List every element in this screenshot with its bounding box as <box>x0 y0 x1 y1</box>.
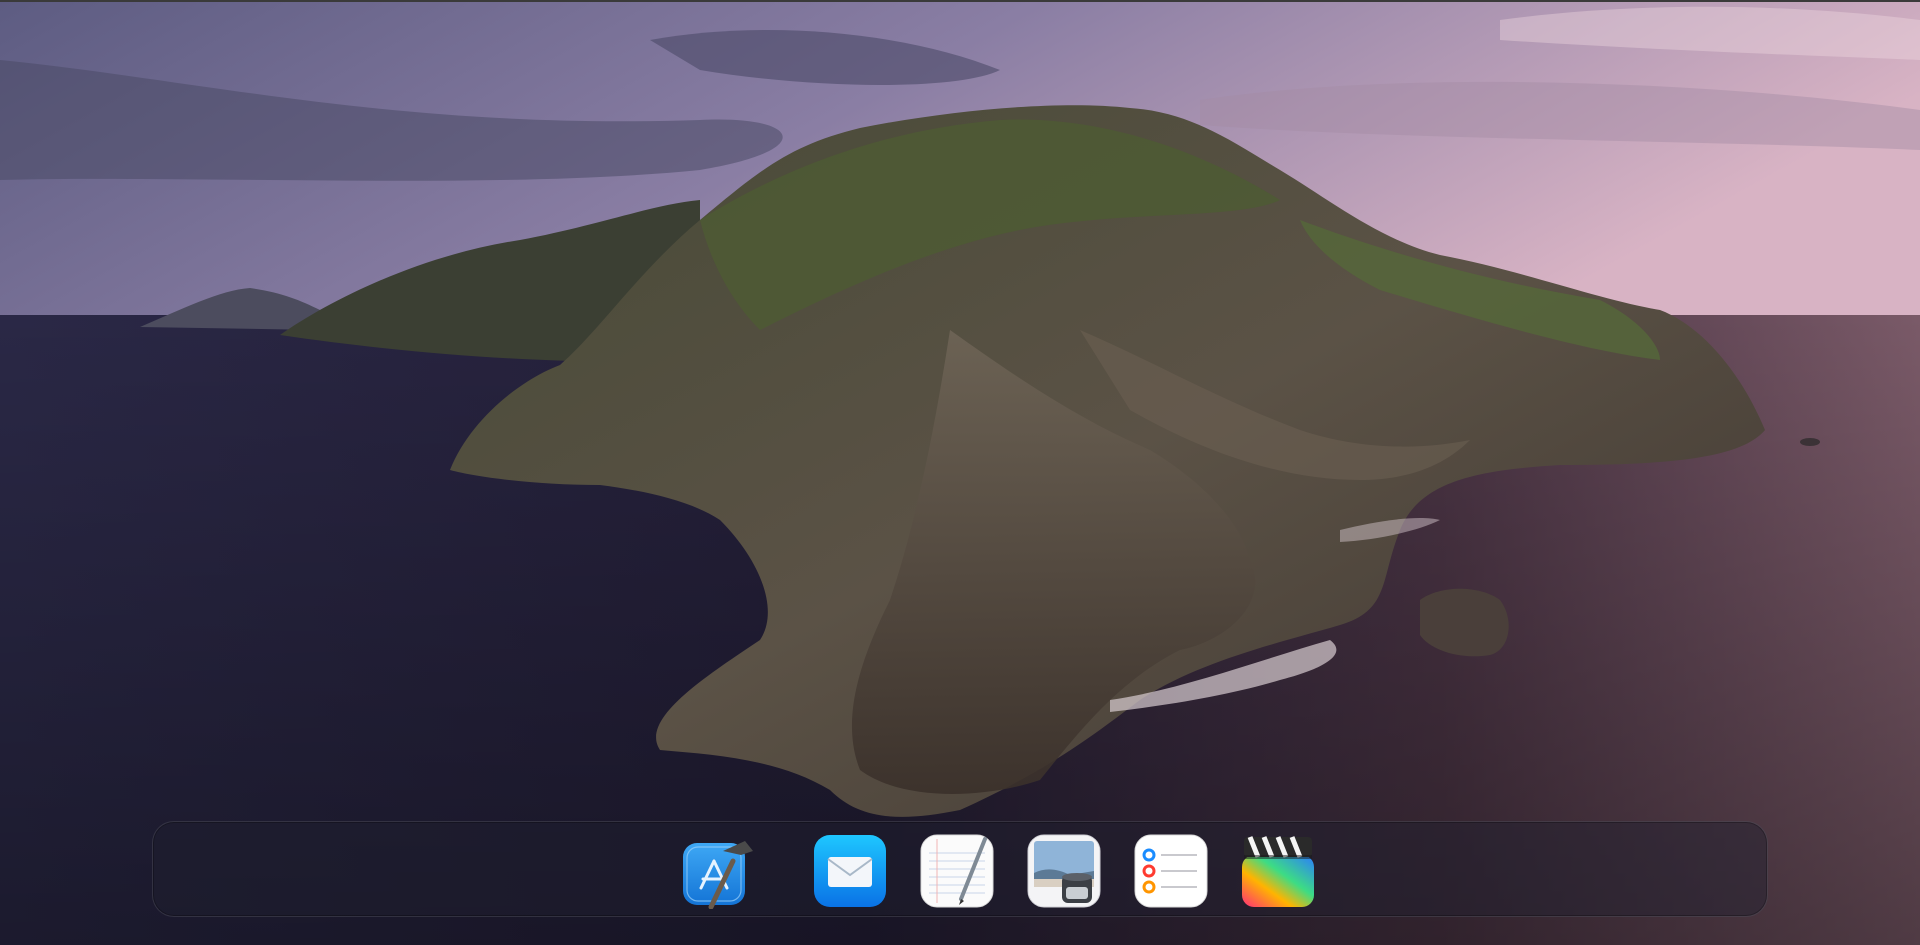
final-cut-pro-icon <box>1242 836 1314 907</box>
dock-app-textedit[interactable]: TextEdit <box>919 833 995 909</box>
textedit-icon <box>920 834 994 908</box>
dock-app-reminders[interactable]: Reminders <box>1133 833 1209 909</box>
dock-app-final-cut-pro[interactable]: Final Cut Pro <box>1240 833 1316 909</box>
dock-app-mail[interactable]: Mail <box>812 833 888 909</box>
desktop-wallpaper <box>0 0 1920 945</box>
preview-icon <box>1027 834 1101 908</box>
screen-top-edge <box>0 0 1920 2</box>
dock-app-preview[interactable]: Preview <box>1026 833 1102 909</box>
dock-app-xcode[interactable]: Xcode <box>681 833 757 909</box>
xcode-icon <box>683 841 753 909</box>
reminders-icon <box>1134 834 1208 908</box>
desktop <box>0 0 1920 945</box>
mail-icon <box>814 835 886 907</box>
